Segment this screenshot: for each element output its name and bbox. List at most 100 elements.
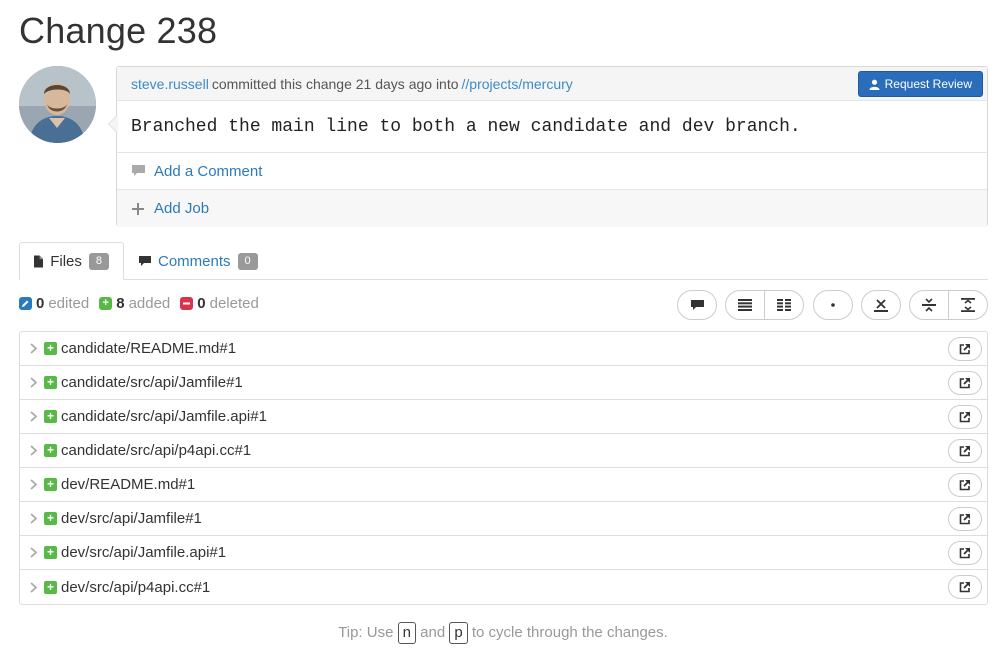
page-title: Change 238 <box>19 10 218 51</box>
chevron-right-icon[interactable] <box>30 513 42 524</box>
add-job-button[interactable]: Add Job <box>117 190 987 227</box>
external-link-icon <box>959 514 970 525</box>
deleted-label: deleted <box>209 294 259 312</box>
inline-diff-button[interactable] <box>725 290 765 320</box>
edited-stat: 0 edited <box>19 295 89 312</box>
open-file-button[interactable] <box>948 575 982 599</box>
request-review-button[interactable]: Request Review <box>857 71 983 97</box>
show-comments-button[interactable] <box>677 290 717 320</box>
deleted-count: 0 <box>197 294 206 312</box>
chevron-right-icon[interactable] <box>30 411 42 422</box>
tab-bar: Files 8 Comments 0 <box>19 242 988 280</box>
keyboard-tip: Tip: Use n and p to cycle through the ch… <box>0 622 1006 644</box>
file-path[interactable]: candidate/README.md#1 <box>61 340 236 357</box>
chevron-right-icon[interactable] <box>30 377 42 388</box>
added-file-icon: + <box>44 478 57 491</box>
chevron-right-icon[interactable] <box>30 581 42 593</box>
commit-description: Branched the main line to both a new can… <box>117 101 987 153</box>
tip-suffix: to cycle through the changes. <box>471 624 668 641</box>
comments-count-badge: 0 <box>237 252 258 270</box>
added-file-icon: + <box>44 342 57 355</box>
file-row[interactable]: + dev/src/api/Jamfile#1 <box>20 502 987 536</box>
open-file-button[interactable] <box>948 541 982 565</box>
chevron-right-icon[interactable] <box>30 479 42 490</box>
added-file-icon: + <box>44 444 57 457</box>
added-file-icon: + <box>44 546 57 559</box>
added-file-icon: + <box>44 512 57 525</box>
user-icon <box>869 79 880 90</box>
edited-label: edited <box>48 294 90 312</box>
side-by-side-diff-button[interactable] <box>765 290 804 320</box>
whitespace-toggle <box>813 290 853 320</box>
external-link-icon <box>959 446 970 457</box>
comment-icon <box>690 299 704 310</box>
chevron-right-icon[interactable] <box>30 547 42 558</box>
tab-files[interactable]: Files 8 <box>19 242 124 280</box>
commit-header: steve.russell committed this change 21 d… <box>117 67 987 101</box>
file-row[interactable]: + candidate/src/api/p4api.cc#1 <box>20 434 987 468</box>
chevron-right-icon[interactable] <box>30 343 42 354</box>
added-file-icon: + <box>44 376 57 389</box>
show-whitespace-button[interactable] <box>813 290 853 320</box>
comments-toggle <box>677 290 717 320</box>
external-link-icon <box>959 412 970 423</box>
file-path[interactable]: dev/README.md#1 <box>61 476 195 493</box>
added-stat: + 8 added <box>99 295 170 312</box>
tab-comments-label: Comments <box>158 252 231 270</box>
file-path[interactable]: candidate/src/api/Jamfile.api#1 <box>61 408 267 425</box>
tip-prefix: Tip: Use <box>338 624 394 641</box>
add-comment-label: Add a Comment <box>154 162 263 180</box>
file-path[interactable]: dev/src/api/Jamfile.api#1 <box>61 544 226 561</box>
file-path[interactable]: dev/src/api/Jamfile#1 <box>61 510 202 527</box>
plus-icon <box>131 202 145 215</box>
open-file-button[interactable] <box>948 473 982 497</box>
dot-icon <box>831 303 835 307</box>
diff-mode-group <box>725 290 804 320</box>
comment-icon <box>131 165 145 177</box>
committed-text: committed this change 21 days ago into <box>211 75 459 92</box>
add-job-label: Add Job <box>154 200 210 217</box>
collapse-all-button[interactable] <box>861 290 901 320</box>
file-row[interactable]: + dev/src/api/p4api.cc#1 <box>20 570 987 604</box>
key-p: p <box>449 622 468 644</box>
collapse-files-button[interactable] <box>909 290 949 320</box>
added-count: 8 <box>116 294 125 312</box>
strikethrough-icon <box>922 298 936 312</box>
list-icon <box>738 299 752 311</box>
open-file-button[interactable] <box>948 371 982 395</box>
files-count-badge: 8 <box>88 252 109 270</box>
file-row[interactable]: + candidate/README.md#1 <box>20 332 987 366</box>
file-row[interactable]: + dev/src/api/Jamfile.api#1 <box>20 536 987 570</box>
expand-files-button[interactable] <box>949 290 988 320</box>
file-icon <box>34 255 44 267</box>
author-link[interactable]: steve.russell <box>131 76 209 92</box>
added-icon: + <box>99 296 113 310</box>
expand-icon <box>961 298 975 312</box>
collapse-icon <box>874 298 888 312</box>
add-comment-button[interactable]: Add a Comment <box>117 153 987 190</box>
file-row[interactable]: + candidate/src/api/Jamfile.api#1 <box>20 400 987 434</box>
file-path[interactable]: candidate/src/api/Jamfile#1 <box>61 374 243 391</box>
avatar[interactable] <box>19 66 96 143</box>
file-list: + candidate/README.md#1 + candidate/src/… <box>19 331 988 605</box>
open-file-button[interactable] <box>948 439 982 463</box>
file-path[interactable]: dev/src/api/p4api.cc#1 <box>61 579 210 596</box>
edit-icon <box>19 296 32 310</box>
open-file-button[interactable] <box>948 507 982 531</box>
comment-icon <box>139 255 151 266</box>
external-link-icon <box>959 378 970 389</box>
path-link[interactable]: //projects/mercury <box>462 76 573 92</box>
deleted-icon <box>180 296 194 310</box>
file-path[interactable]: candidate/src/api/p4api.cc#1 <box>61 442 251 459</box>
key-n: n <box>397 622 416 644</box>
file-row[interactable]: + candidate/src/api/Jamfile#1 <box>20 366 987 400</box>
chevron-right-icon[interactable] <box>30 445 42 456</box>
edited-count: 0 <box>36 294 45 312</box>
open-file-button[interactable] <box>948 405 982 429</box>
external-link-icon <box>959 548 970 559</box>
tab-comments[interactable]: Comments 0 <box>125 242 272 280</box>
open-file-button[interactable] <box>948 337 982 361</box>
file-row[interactable]: + dev/README.md#1 <box>20 468 987 502</box>
tab-files-label: Files <box>50 252 82 270</box>
commit-card: steve.russell committed this change 21 d… <box>108 66 988 227</box>
